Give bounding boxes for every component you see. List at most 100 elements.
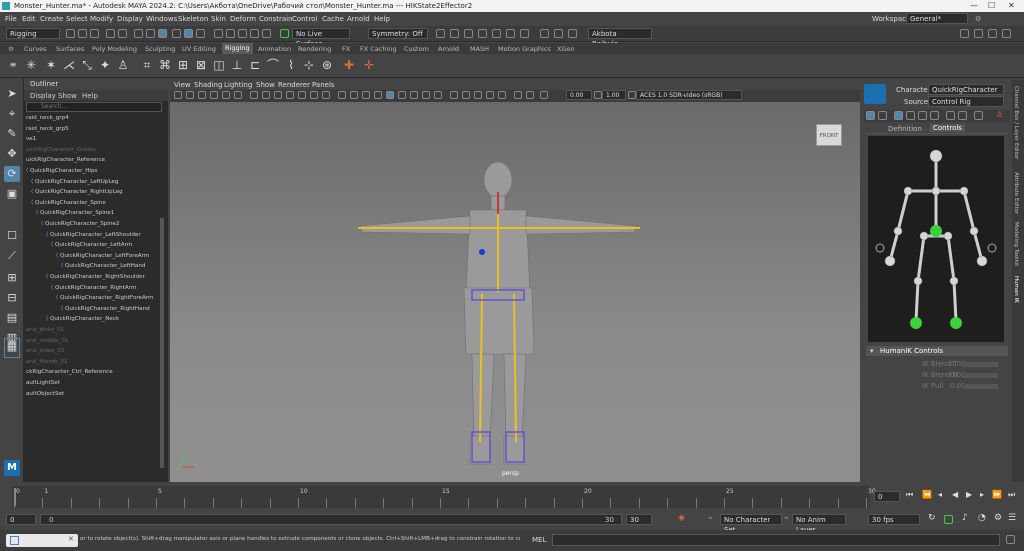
menu-constrain[interactable]: Constrain [259, 15, 293, 23]
snap-grid-icon[interactable] [214, 29, 223, 38]
modeling-toolkit-icon[interactable] [960, 29, 969, 38]
view-transform-dropdown[interactable]: ACES 1.0 SDR-video (sRGB) [636, 90, 742, 100]
camera-attr-icon[interactable] [186, 91, 194, 99]
xray-active-icon[interactable] [498, 91, 506, 99]
point-constraint-icon[interactable]: ✚ [342, 58, 356, 72]
mirror-icon[interactable] [958, 111, 967, 120]
hik-right-hip-effector[interactable] [943, 231, 953, 241]
rotate-tool-icon[interactable]: ⟳ [4, 166, 20, 182]
outliner-item[interactable]: ⟨ QuickRigCharacter_Spine2 [41, 221, 119, 227]
outliner-item[interactable]: ⟨ QuickRigCharacter_RightHand [61, 306, 150, 312]
camera-select-icon[interactable] [174, 91, 182, 99]
soft-mod-icon[interactable]: ⊹ [302, 58, 316, 72]
humanik-controls-section[interactable]: ▾ HumanIK Controls [866, 346, 1008, 356]
outliner-item[interactable]: ⟨ QuickRigCharacter_LeftUpLeg [31, 179, 118, 185]
shelf-tab-custom[interactable]: Custom [404, 45, 429, 53]
animation-preferences-icon[interactable]: ⚙ [994, 513, 1002, 523]
viewport-menu-shading[interactable]: Shading [194, 81, 222, 89]
workspace-lock-icon[interactable]: ⚙ [975, 15, 981, 23]
parent-constraint-icon[interactable]: ✛ [362, 58, 376, 72]
outliner-item[interactable]: ⟨ QuickRigCharacter_LeftShoulder [46, 232, 141, 238]
blend-shape-icon[interactable]: ⌇ [284, 58, 298, 72]
shelf-tab-curves[interactable]: Curves [24, 45, 47, 53]
save-scene-icon[interactable] [90, 29, 99, 38]
side-tab-attribute-editor[interactable]: Attribute Editor [1013, 172, 1019, 214]
snap-surface-icon[interactable] [262, 29, 271, 38]
viewport-menu-lighting[interactable]: Lighting [224, 81, 252, 89]
shelf-tab-uv-editing[interactable]: UV Editing [182, 45, 216, 53]
insert-joint-icon[interactable]: ✶ [44, 58, 58, 72]
select-tool-icon[interactable]: ➤ [4, 86, 20, 102]
hik-left-shoulder-effector[interactable] [903, 186, 913, 196]
history-icon[interactable] [436, 29, 445, 38]
outliner-item[interactable]: and_index_01 [26, 348, 65, 354]
ambient-occlusion-icon[interactable] [410, 91, 418, 99]
body-part-icon[interactable] [878, 111, 887, 120]
outliner-item[interactable]: raid_neck_grp5 [26, 126, 69, 132]
shadows-icon[interactable] [398, 91, 406, 99]
menu-select[interactable]: Select [66, 15, 88, 23]
ik-fk-icon[interactable]: ♙ [996, 110, 1003, 119]
menu-arnold[interactable]: Arnold [347, 15, 370, 23]
select-component-icon[interactable] [158, 29, 167, 38]
four-pane-icon[interactable]: ⊞ [4, 270, 20, 286]
maximize-icon[interactable]: ☐ [988, 1, 995, 10]
resolution-gate-icon[interactable] [274, 91, 282, 99]
outliner-item[interactable]: ⟨ QuickRigCharacter_RightForeArm [56, 295, 153, 301]
hud-icon[interactable] [514, 91, 522, 99]
shelf-tab-surfaces[interactable]: Surfaces [56, 45, 84, 53]
menu-skeleton[interactable]: Skeleton [178, 15, 208, 23]
cache-playback-icon[interactable] [944, 515, 953, 524]
hik-left-hip-effector[interactable] [919, 231, 929, 241]
safe-action-icon[interactable] [310, 91, 318, 99]
menu-create[interactable]: Create [40, 15, 63, 23]
hik-right-foot-effector[interactable] [950, 317, 962, 329]
pin-all-icon[interactable] [930, 111, 939, 120]
render-icon[interactable] [450, 29, 459, 38]
image-plane-icon[interactable] [210, 91, 218, 99]
symmetry-dropdown[interactable]: Symmetry: Off [368, 28, 428, 39]
playback-speed-icon[interactable]: ◔ [978, 513, 986, 523]
ik-handle-icon[interactable]: ⌗ [140, 58, 154, 72]
full-body-icon[interactable] [866, 111, 875, 120]
exposure-icon[interactable] [540, 91, 548, 99]
step-forward-frame-icon[interactable]: ▸ [980, 490, 984, 499]
close-icon[interactable]: ✕ [1008, 1, 1015, 10]
channel-box-icon[interactable] [1002, 29, 1011, 38]
outliner-item[interactable]: ⟨ QuickRigCharacter_Spine1 [36, 210, 114, 216]
menu-modify[interactable]: Modify [90, 15, 113, 23]
outliner-scrollbar[interactable] [160, 218, 164, 468]
select-effector-icon[interactable] [894, 111, 903, 120]
humanik-icon[interactable]: ♙ [116, 58, 130, 72]
outliner-item[interactable]: ⟨ QuickRigCharacter_RightUpLeg [31, 189, 123, 195]
mirror-joint-icon[interactable]: ⋌ [62, 58, 76, 72]
hik-right-shoulder-effector[interactable] [959, 186, 969, 196]
magnifier-icon[interactable]: ⌕ [4, 334, 20, 350]
side-tab-modeling-toolkit[interactable]: Modeling Toolkit [1013, 222, 1019, 266]
viewport-3d[interactable]: FRONT persp [170, 102, 860, 482]
play-backward-icon[interactable]: ◀ [952, 490, 958, 499]
step-forward-key-icon[interactable]: ⏩ [992, 490, 1002, 499]
hik-prop-slider[interactable] [964, 362, 998, 367]
script-editor-icon[interactable] [1006, 535, 1015, 544]
lasso-tool-icon[interactable]: ⌖ [4, 106, 20, 122]
loop-icon[interactable]: ↻ [928, 513, 936, 523]
hik-right-hand-expand-icon[interactable] [987, 243, 997, 253]
menu-deform[interactable]: Deform [230, 15, 256, 23]
time-slider-track[interactable] [12, 486, 870, 508]
wire-icon[interactable]: ⌒ [266, 58, 280, 72]
menu-windows[interactable]: Windows [146, 15, 177, 23]
command-input[interactable] [552, 534, 1000, 546]
open-scene-icon[interactable] [78, 29, 87, 38]
render-setup-icon[interactable] [506, 29, 515, 38]
outliner-item[interactable]: and_thumb_01 [26, 359, 68, 365]
outliner-menu-show[interactable]: Show [58, 92, 77, 100]
character-controls-icon[interactable] [974, 29, 983, 38]
live-surface-dropdown[interactable]: No Live Surface [292, 28, 350, 48]
attribute-editor-icon[interactable] [988, 29, 997, 38]
key-icon[interactable] [946, 111, 955, 120]
go-to-start-icon[interactable]: ⏮ [906, 490, 913, 500]
menu-display[interactable]: Display [117, 15, 143, 23]
auto-key-icon[interactable]: ◈ [678, 513, 685, 523]
shelf-tab-motion-graphics[interactable]: Motion Graphics [498, 45, 551, 53]
